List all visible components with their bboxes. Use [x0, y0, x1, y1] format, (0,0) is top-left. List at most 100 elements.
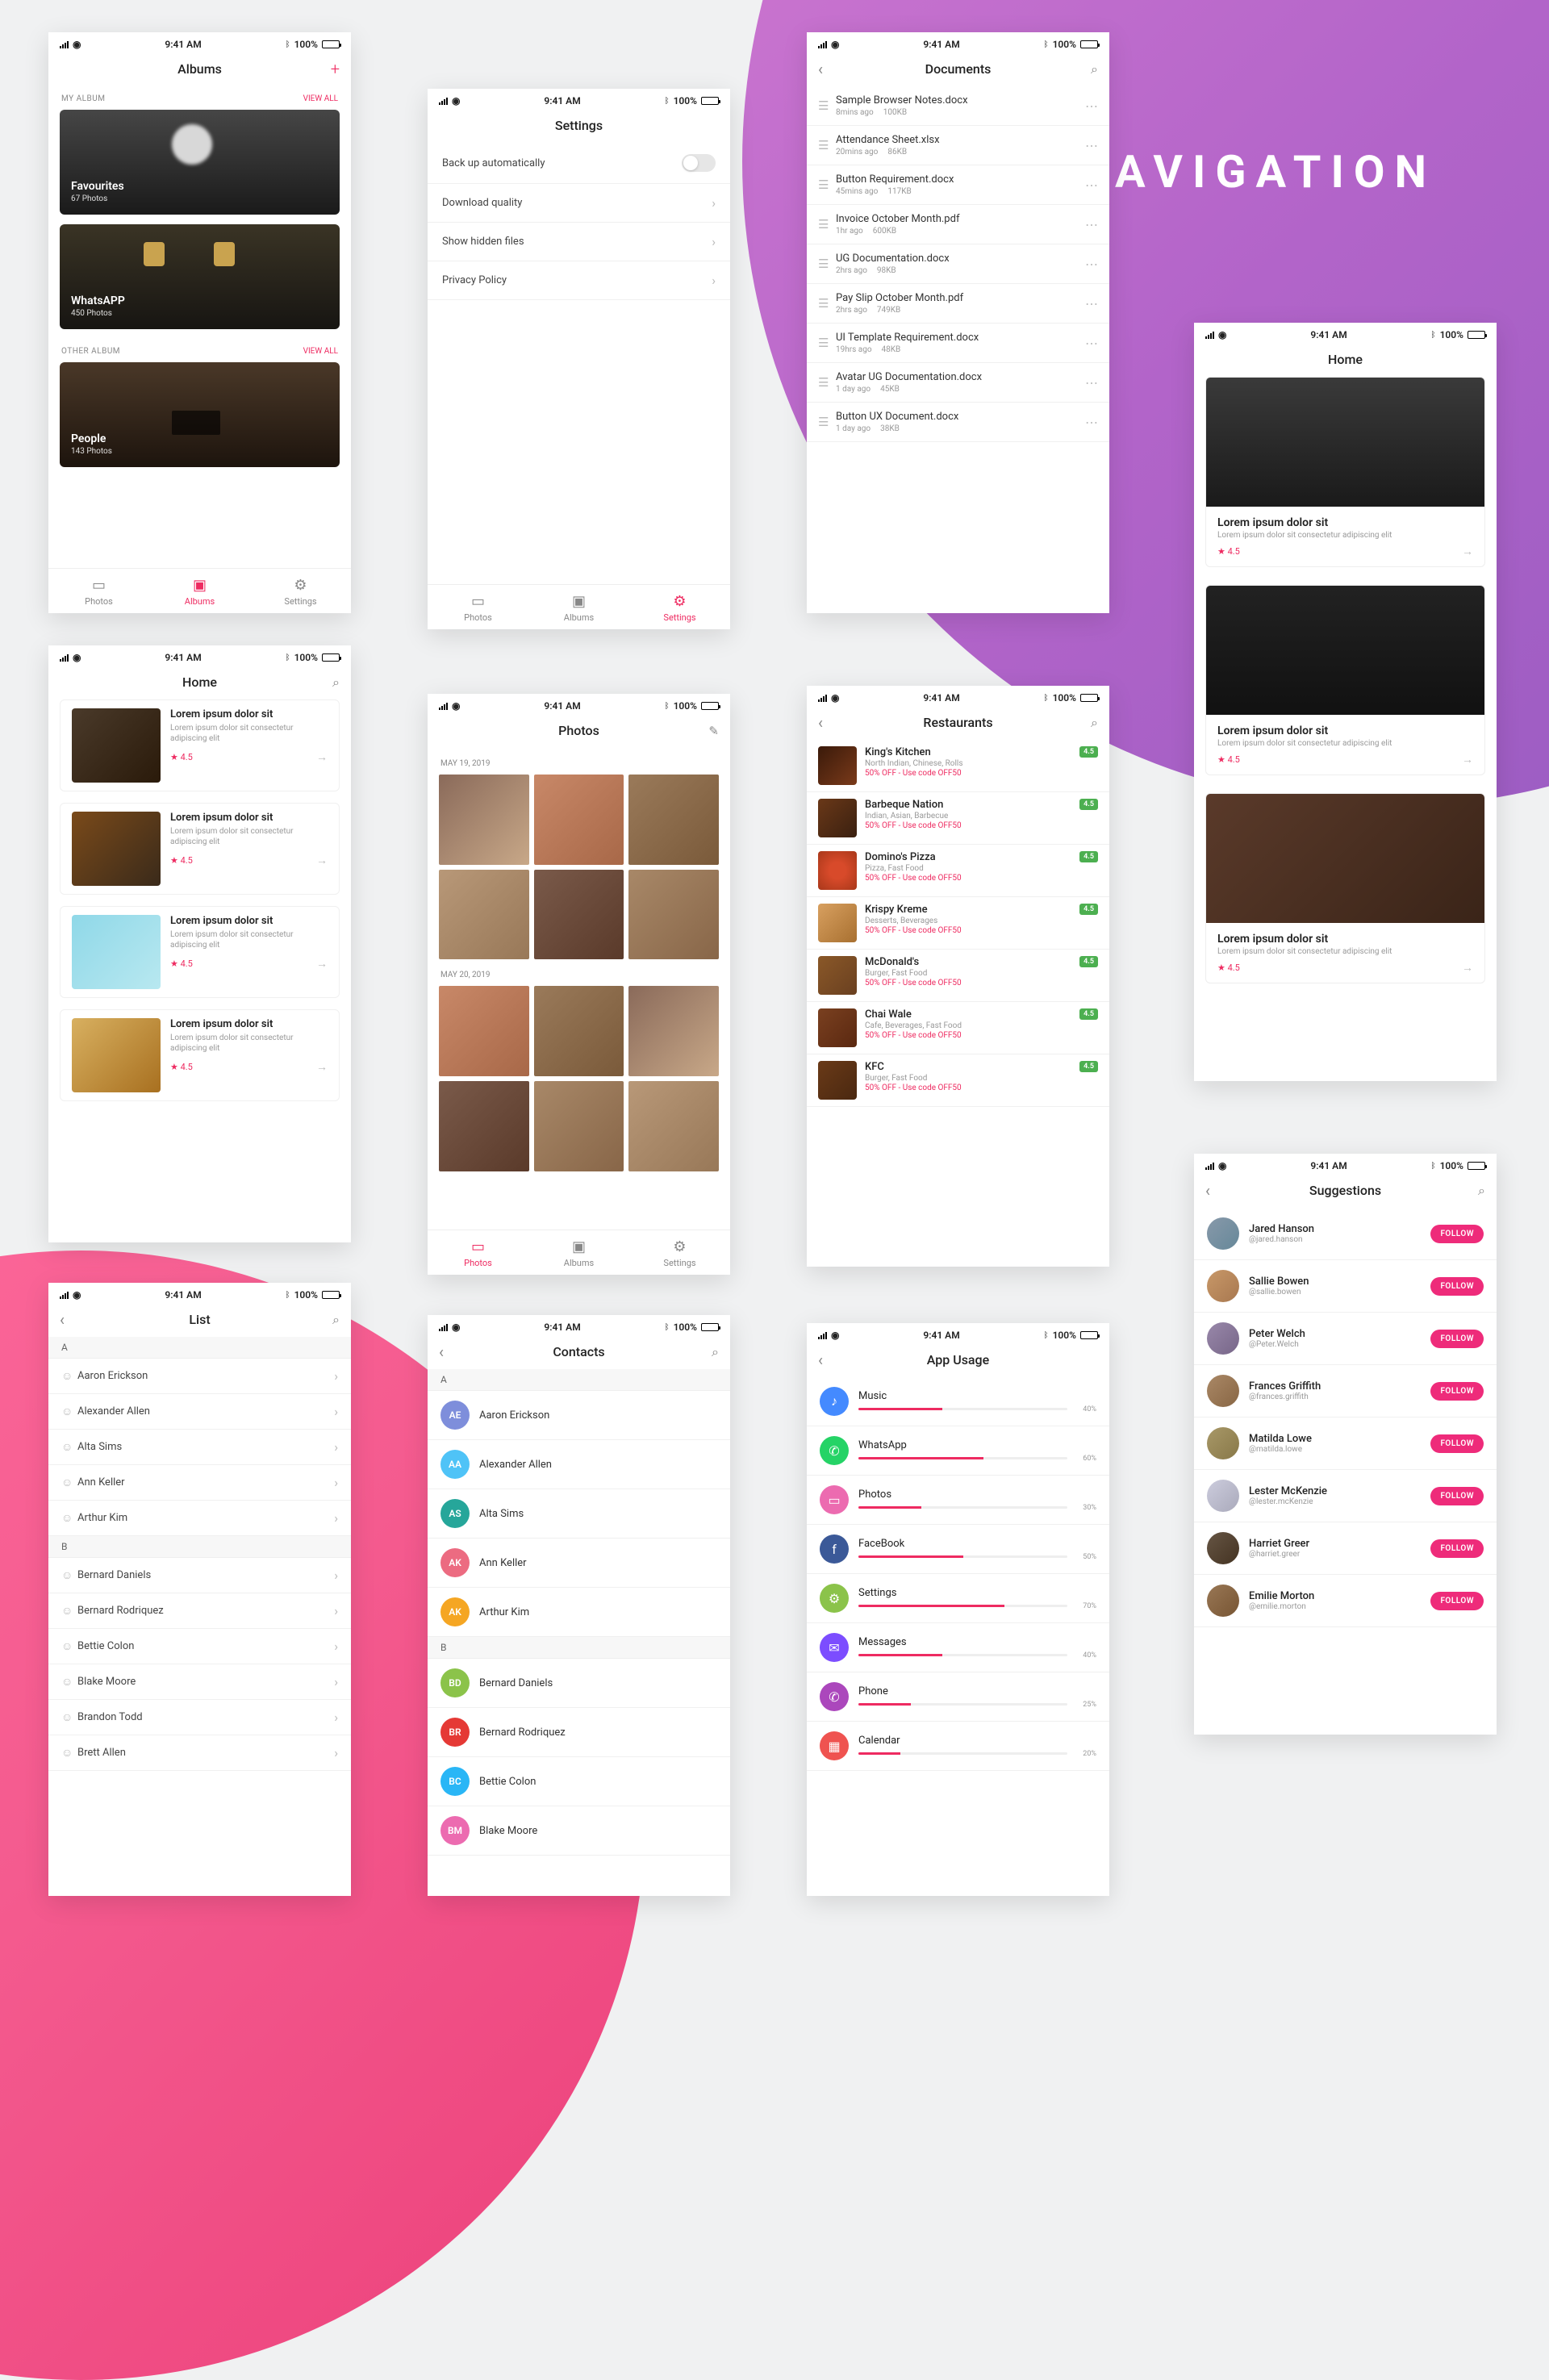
tab-albums[interactable]: ▣Albums — [528, 1230, 629, 1275]
follow-button[interactable]: FOLLOW — [1430, 1330, 1484, 1348]
document-row[interactable]: ☰ UI Template Requirement.docx 19hrs ago… — [807, 324, 1109, 363]
list-row[interactable]: ☺ Arthur Kim › — [48, 1501, 351, 1536]
tab-settings[interactable]: ⚙Settings — [629, 1230, 730, 1275]
follow-button[interactable]: FOLLOW — [1430, 1592, 1484, 1610]
setting-row-privacy[interactable]: Privacy Policy › — [428, 261, 730, 300]
usage-row[interactable]: ▭ Photos 30% — [807, 1476, 1109, 1525]
search-button[interactable]: ⌕ — [332, 674, 340, 691]
view-all-link[interactable]: VIEW ALL — [303, 94, 338, 103]
photo-cell[interactable] — [628, 1081, 719, 1171]
list-row[interactable]: ☺ Brandon Todd › — [48, 1700, 351, 1735]
list-row[interactable]: ☺ Alta Sims › — [48, 1430, 351, 1465]
document-row[interactable]: ☰ UG Documentation.docx 2hrs ago98KB ⋯ — [807, 244, 1109, 284]
photo-cell[interactable] — [439, 986, 529, 1076]
document-row[interactable]: ☰ Invoice October Month.pdf 1hr ago600KB… — [807, 205, 1109, 244]
document-row[interactable]: ☰ Sample Browser Notes.docx 8mins ago100… — [807, 86, 1109, 126]
contact-row[interactable]: BR Bernard Rodriquez — [428, 1708, 730, 1757]
home-row[interactable]: Lorem ipsum dolor sit Lorem ipsum dolor … — [60, 803, 340, 895]
list-row[interactable]: ☺ Ann Keller › — [48, 1465, 351, 1501]
home-row[interactable]: Lorem ipsum dolor sit Lorem ipsum dolor … — [60, 1009, 340, 1101]
avatar[interactable] — [1207, 1532, 1239, 1564]
back-button[interactable]: ‹ — [439, 1342, 444, 1361]
document-row[interactable]: ☰ Attendance Sheet.xlsx 20mins ago86KB ⋯ — [807, 126, 1109, 165]
home-row[interactable]: Lorem ipsum dolor sit Lorem ipsum dolor … — [60, 699, 340, 791]
restaurant-row[interactable]: KFC Burger, Fast Food 50% OFF - Use code… — [807, 1054, 1109, 1107]
edit-button[interactable]: ✎ — [708, 724, 719, 738]
tab-albums[interactable]: ▣Albums — [528, 585, 629, 629]
usage-row[interactable]: ✉ Messages 40% — [807, 1623, 1109, 1672]
contact-row[interactable]: BC Bettie Colon — [428, 1757, 730, 1806]
back-button[interactable]: ‹ — [60, 1309, 65, 1329]
restaurant-row[interactable]: McDonald's Burger, Fast Food 50% OFF - U… — [807, 950, 1109, 1002]
search-button[interactable]: ⌕ — [1091, 715, 1098, 731]
list-row[interactable]: ☺ Blake Moore › — [48, 1664, 351, 1700]
avatar[interactable] — [1207, 1375, 1239, 1407]
document-row[interactable]: ☰ Button UX Document.docx 1 day ago38KB … — [807, 403, 1109, 442]
contact-row[interactable]: AK Arthur Kim — [428, 1588, 730, 1637]
photo-cell[interactable] — [439, 775, 529, 865]
photo-cell[interactable] — [534, 1081, 624, 1171]
restaurant-row[interactable]: Barbeque Nation Indian, Asian, Barbecue … — [807, 792, 1109, 845]
restaurant-row[interactable]: Krispy Kreme Desserts, Beverages 50% OFF… — [807, 897, 1109, 950]
restaurant-row[interactable]: Chai Wale Cafe, Beverages, Fast Food 50%… — [807, 1002, 1109, 1054]
document-row[interactable]: ☰ Pay Slip October Month.pdf 2hrs ago749… — [807, 284, 1109, 324]
search-button[interactable]: ⌕ — [332, 1312, 340, 1328]
search-button[interactable]: ⌕ — [1091, 61, 1098, 77]
photo-cell[interactable] — [534, 986, 624, 1076]
view-all-link[interactable]: VIEW ALL — [303, 347, 338, 356]
restaurant-row[interactable]: Domino's Pizza Pizza, Fast Food 50% OFF … — [807, 845, 1109, 897]
contact-row[interactable]: AS Alta Sims — [428, 1489, 730, 1539]
home-row[interactable]: Lorem ipsum dolor sit Lorem ipsum dolor … — [60, 906, 340, 998]
follow-button[interactable]: FOLLOW — [1430, 1487, 1484, 1505]
photo-cell[interactable] — [439, 1081, 529, 1171]
album-card[interactable]: People 143 Photos — [60, 362, 340, 467]
add-button[interactable]: + — [331, 59, 340, 78]
more-icon[interactable]: ⋯ — [1085, 257, 1098, 272]
follow-button[interactable]: FOLLOW — [1430, 1382, 1484, 1401]
restaurant-row[interactable]: King's Kitchen North Indian, Chinese, Ro… — [807, 740, 1109, 792]
list-row[interactable]: ☺ Bettie Colon › — [48, 1629, 351, 1664]
setting-row-hidden[interactable]: Show hidden files › — [428, 223, 730, 261]
home-card[interactable]: Lorem ipsum dolor sit Lorem ipsum dolor … — [1205, 793, 1485, 983]
search-button[interactable]: ⌕ — [712, 1344, 719, 1360]
photo-cell[interactable] — [628, 870, 719, 960]
toggle-switch[interactable] — [682, 154, 716, 172]
contact-row[interactable]: AA Alexander Allen — [428, 1440, 730, 1489]
usage-row[interactable]: ▦ Calendar 20% — [807, 1722, 1109, 1771]
list-row[interactable]: ☺ Bernard Rodriquez › — [48, 1593, 351, 1629]
photo-cell[interactable] — [439, 870, 529, 960]
tab-albums[interactable]: ▣Albums — [149, 569, 250, 613]
search-button[interactable]: ⌕ — [1478, 1183, 1485, 1199]
photo-cell[interactable] — [628, 986, 719, 1076]
usage-row[interactable]: ⚙ Settings 70% — [807, 1574, 1109, 1623]
back-button[interactable]: ‹ — [818, 59, 823, 78]
document-row[interactable]: ☰ Button Requirement.docx 45mins ago117K… — [807, 165, 1109, 205]
avatar[interactable] — [1207, 1427, 1239, 1459]
follow-button[interactable]: FOLLOW — [1430, 1539, 1484, 1558]
tab-photos[interactable]: ▭Photos — [48, 569, 149, 613]
list-row[interactable]: ☺ Brett Allen › — [48, 1735, 351, 1771]
list-row[interactable]: ☺ Aaron Erickson › — [48, 1359, 351, 1394]
photo-cell[interactable] — [534, 775, 624, 865]
contact-row[interactable]: BD Bernard Daniels — [428, 1659, 730, 1708]
back-button[interactable]: ‹ — [818, 712, 823, 732]
tab-settings[interactable]: ⚙Settings — [250, 569, 351, 613]
photo-cell[interactable] — [534, 870, 624, 960]
more-icon[interactable]: ⋯ — [1085, 217, 1098, 232]
avatar[interactable] — [1207, 1585, 1239, 1617]
more-icon[interactable]: ⋯ — [1085, 375, 1098, 390]
tab-photos[interactable]: ▭Photos — [428, 1230, 528, 1275]
more-icon[interactable]: ⋯ — [1085, 138, 1098, 153]
usage-row[interactable]: f FaceBook 50% — [807, 1525, 1109, 1574]
home-card[interactable]: Lorem ipsum dolor sit Lorem ipsum dolor … — [1205, 585, 1485, 775]
avatar[interactable] — [1207, 1322, 1239, 1355]
usage-row[interactable]: ♪ Music 40% — [807, 1377, 1109, 1426]
contact-row[interactable]: BM Blake Moore — [428, 1806, 730, 1856]
album-card[interactable]: Favourites 67 Photos — [60, 110, 340, 215]
list-row[interactable]: ☺ Bernard Daniels › — [48, 1558, 351, 1593]
follow-button[interactable]: FOLLOW — [1430, 1434, 1484, 1453]
more-icon[interactable]: ⋯ — [1085, 336, 1098, 351]
tab-photos[interactable]: ▭Photos — [428, 585, 528, 629]
avatar[interactable] — [1207, 1270, 1239, 1302]
list-row[interactable]: ☺ Alexander Allen › — [48, 1394, 351, 1430]
